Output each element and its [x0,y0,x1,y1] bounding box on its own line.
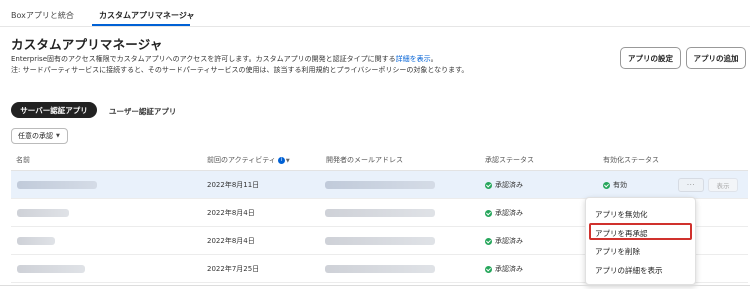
approval-filter-dropdown[interactable]: 任意の承認 ▼ [11,128,68,144]
add-app-button[interactable]: アプリの追加 [686,47,746,69]
column-header-dev-email[interactable]: 開発者のメールアドレス [326,155,403,165]
learn-more-link[interactable]: 詳細を表示 [396,55,431,63]
redacted-dev-email [325,181,435,189]
column-header-name[interactable]: 名前 [16,155,30,165]
enable-status: 有効 [603,180,627,190]
enable-status-label: 有効 [613,181,627,189]
check-circle-icon [485,209,492,217]
redacted-dev-email [325,265,435,273]
table-row[interactable]: 2022年8月11日 承認済み 有効 ··· 表示 [11,171,748,199]
check-circle-icon [603,181,610,189]
sort-chevron-icon: ▼ [285,158,290,164]
menu-item-view-app-details[interactable]: アプリの詳細を表示 [595,265,663,276]
tab-bar: Boxアプリと統合 カスタムアプリマネージャ [0,0,750,27]
tab-box-integrations[interactable]: Boxアプリと統合 [11,10,74,21]
tab-custom-app-manager[interactable]: カスタムアプリマネージャ [99,10,194,21]
approval-status-label: 承認済み [495,237,523,245]
redacted-app-name [17,265,85,273]
chevron-down-icon: ▼ [56,133,60,139]
menu-item-delete-app[interactable]: アプリを削除 [595,246,640,257]
check-circle-icon [485,181,492,189]
approval-status-label: 承認済み [495,209,523,217]
check-circle-icon [485,237,492,245]
approval-status: 承認済み [485,264,523,274]
check-circle-icon [485,265,492,273]
approval-status-label: 承認済み [495,181,523,189]
last-activity-cell: 2022年7月25日 [207,265,260,273]
active-tab-indicator [92,24,190,26]
column-header-last-activity-label: 前回のアクティビティ [207,156,276,164]
column-header-last-activity[interactable]: 前回のアクティビティ i ▼ [207,155,290,165]
app-settings-button[interactable]: アプリの設定 [620,47,681,69]
description-text-1-end: 。 [430,55,438,63]
last-activity-cell: 2022年8月4日 [207,209,255,217]
approval-status: 承認済み [485,208,523,218]
last-activity-cell: 2022年8月11日 [207,181,260,189]
redacted-dev-email [325,237,435,245]
show-button[interactable]: 表示 [708,178,738,192]
approval-status: 承認済み [485,180,523,190]
tab-user-auth-apps[interactable]: ユーザー認証アプリ [109,106,176,117]
page-title: カスタムアプリマネージャ [11,37,163,52]
redacted-app-name [17,181,97,189]
column-header-approval-status[interactable]: 承認ステータス [485,155,534,165]
row-options-menu: アプリを無効化 アプリを再承認 アプリを削除 アプリの詳細を表示 [585,197,696,285]
menu-item-deactivate-app[interactable]: アプリを無効化 [595,209,648,220]
description-note: 注: サードパーティサービスに接続すると、そのサードパーティサービスの使用は、該… [11,65,469,74]
more-options-button[interactable]: ··· [678,178,704,192]
filter-label: 任意の承認 [18,132,53,140]
tab-server-auth-apps[interactable]: サーバー認証アプリ [11,102,97,118]
redacted-app-name [17,237,55,245]
page-description: Enterprise固有のアクセス権限でカスタムアプリへのアクセスを許可します。… [11,54,491,75]
last-activity-cell: 2022年8月4日 [207,237,255,245]
description-text-1: Enterprise固有のアクセス権限でカスタムアプリへのアクセスを許可します。… [11,55,396,63]
approval-status: 承認済み [485,236,523,246]
redacted-app-name [17,209,69,217]
menu-item-reauthorize-app[interactable]: アプリを再承認 [595,228,648,239]
bottom-divider [0,285,750,286]
info-icon[interactable]: i [277,156,285,164]
column-header-enable-status[interactable]: 有効化ステータス [603,155,659,165]
approval-status-label: 承認済み [495,265,523,273]
redacted-dev-email [325,209,435,217]
